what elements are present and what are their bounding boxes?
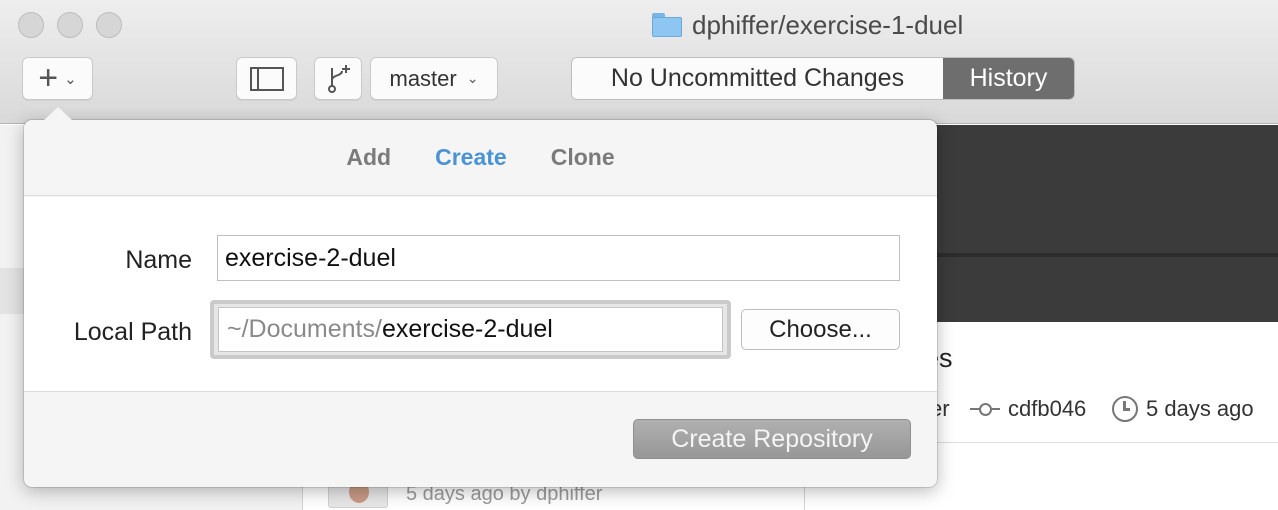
name-label: Name (125, 246, 192, 274)
branch-selector[interactable]: master ⌄ (370, 57, 498, 100)
chevron-down-icon: ⌄ (64, 70, 77, 88)
view-segmented-control: No Uncommitted Changes History (571, 57, 1075, 100)
local-path-prefix: ~/Documents/ (227, 315, 382, 343)
commit-sha-icon (970, 402, 1000, 416)
toggle-sidebar-button[interactable] (236, 57, 297, 100)
commit-sha[interactable]: cdfb046 (970, 396, 1086, 422)
folder-icon (652, 13, 682, 37)
commit-time-text: 5 days ago (1146, 396, 1254, 421)
clock-icon (1112, 396, 1138, 422)
tab-add[interactable]: Add (346, 144, 391, 171)
branch-icon (328, 64, 350, 93)
local-path-focus-ring: ~/Documents/exercise-2-duel (210, 300, 731, 359)
local-path-field[interactable]: ~/Documents/exercise-2-duel (218, 307, 723, 352)
local-path-value: exercise-2-duel (381, 315, 553, 343)
chevron-down-icon: ⌄ (466, 70, 479, 86)
create-repository-popover: Add Create Clone Name Local Path ~/Docum… (24, 120, 937, 487)
commit-sha-text: cdfb046 (1008, 396, 1087, 421)
tab-clone[interactable]: Clone (551, 144, 615, 171)
sidebar-toggle-icon (249, 66, 284, 91)
plus-icon: + (38, 59, 59, 97)
popover-arrow (43, 107, 73, 121)
zoom-window-button[interactable] (96, 12, 122, 38)
window-title-text: dphiffer/exercise-1-duel (692, 9, 964, 40)
history-tab[interactable]: History (943, 58, 1074, 99)
commit-time: 5 days ago (1112, 396, 1254, 422)
window-title: dphiffer/exercise-1-duel (652, 10, 963, 40)
name-input[interactable] (217, 235, 900, 281)
branch-selector-label: master (389, 65, 457, 91)
window-titlebar: dphiffer/exercise-1-duel + ⌄ master ⌄ No… (0, 0, 1278, 124)
choose-button[interactable]: Choose... (741, 309, 900, 350)
add-repository-button[interactable]: + ⌄ (22, 57, 93, 100)
minimize-window-button[interactable] (57, 12, 83, 38)
create-branch-button[interactable] (314, 57, 362, 100)
popover-tabs: Add Create Clone (24, 120, 937, 196)
tab-create[interactable]: Create (435, 144, 507, 171)
create-form: Name Local Path ~/Documents/exercise-2-d… (24, 197, 937, 392)
create-repository-button[interactable]: Create Repository (633, 419, 911, 459)
uncommitted-changes-tab[interactable]: No Uncommitted Changes (572, 58, 943, 99)
close-window-button[interactable] (18, 12, 44, 38)
local-path-label: Local Path (73, 318, 192, 346)
